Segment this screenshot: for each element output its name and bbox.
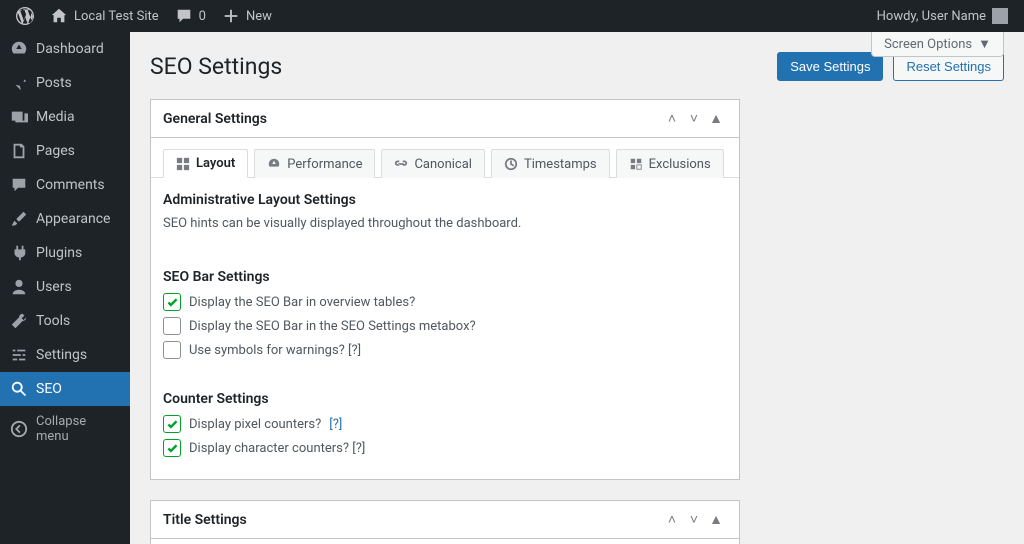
admin-toolbar: Local Test Site 0 New Howdy, User Name <box>0 0 1024 32</box>
admin-sidebar: Dashboard Posts Media Pages Comments App… <box>0 32 130 544</box>
screen-options-tab[interactable]: Screen Options▼ <box>871 32 1004 57</box>
content-area: Screen Options▼ SEO Settings Save Settin… <box>130 32 1024 544</box>
grid-icon <box>176 157 190 171</box>
plug-icon <box>10 244 28 262</box>
sidebar-item-seo[interactable]: SEO <box>0 372 130 406</box>
home-icon <box>50 7 68 25</box>
checkbox[interactable] <box>163 439 181 457</box>
checkbox-row[interactable]: Display the SEO Bar in the SEO Settings … <box>163 317 727 335</box>
media-icon <box>10 108 28 126</box>
gauge-icon <box>267 157 281 171</box>
new-content-link[interactable]: New <box>214 0 280 32</box>
checkbox[interactable] <box>163 317 181 335</box>
tab-layout[interactable]: Layout <box>163 149 248 178</box>
sidebar-item-pages[interactable]: Pages <box>0 134 130 168</box>
collapse-toggle-icon[interactable]: ▲ <box>705 110 727 127</box>
wrench-icon <box>10 312 28 330</box>
comments-link[interactable]: 0 <box>167 0 214 32</box>
new-label: New <box>246 9 272 24</box>
title-settings-metabox: Title Settings ˄ ˅ ▲ Automated Title Set… <box>150 500 740 544</box>
tab-exclusions[interactable]: Exclusions <box>616 149 724 178</box>
avatar-icon <box>992 8 1008 24</box>
tab-canonical[interactable]: Canonical <box>381 149 485 178</box>
howdy-text: Howdy, User Name <box>877 9 986 24</box>
chat-icon <box>175 7 193 25</box>
wp-logo[interactable] <box>8 0 42 32</box>
sidebar-item-appearance[interactable]: Appearance <box>0 202 130 236</box>
wordpress-icon <box>16 7 34 25</box>
site-name-link[interactable]: Local Test Site <box>42 0 167 32</box>
block-icon <box>629 157 643 171</box>
page-title: SEO Settings <box>150 53 767 80</box>
collapse-icon <box>10 420 28 438</box>
section-title: Counter Settings <box>163 391 727 407</box>
plus-icon <box>222 7 240 25</box>
sidebar-item-dashboard[interactable]: Dashboard <box>0 32 130 66</box>
save-button[interactable]: Save Settings <box>777 52 883 81</box>
user-icon <box>10 278 28 296</box>
help-link[interactable]: [?] <box>329 417 342 432</box>
comments-count: 0 <box>199 9 206 24</box>
move-up-icon[interactable]: ˄ <box>661 110 683 127</box>
sidebar-item-users[interactable]: Users <box>0 270 130 304</box>
sidebar-item-plugins[interactable]: Plugins <box>0 236 130 270</box>
section-title: Administrative Layout Settings <box>163 192 727 208</box>
sidebar-item-tools[interactable]: Tools <box>0 304 130 338</box>
sidebar-item-media[interactable]: Media <box>0 100 130 134</box>
metabox-title: Title Settings <box>163 512 661 528</box>
section-desc: SEO hints can be visually displayed thro… <box>163 216 727 231</box>
move-down-icon[interactable]: ˅ <box>683 511 705 528</box>
gauge-icon <box>10 40 28 58</box>
pin-icon <box>10 74 28 92</box>
site-name: Local Test Site <box>74 9 159 24</box>
checkbox[interactable] <box>163 415 181 433</box>
move-down-icon[interactable]: ˅ <box>683 110 705 127</box>
checkbox-row[interactable]: Display character counters? [?] <box>163 439 727 457</box>
tab-performance[interactable]: Performance <box>254 149 375 178</box>
chevron-down-icon: ▼ <box>978 37 991 52</box>
metabox-title: General Settings <box>163 111 661 127</box>
sliders-icon <box>10 346 28 364</box>
link-icon <box>394 157 408 171</box>
section-title: SEO Bar Settings <box>163 269 727 285</box>
checkbox[interactable] <box>163 341 181 359</box>
collapse-toggle-icon[interactable]: ▲ <box>705 511 727 528</box>
move-up-icon[interactable]: ˄ <box>661 511 683 528</box>
general-settings-metabox: General Settings ˄ ˅ ▲ Layout Performanc… <box>150 99 740 480</box>
checkbox-row[interactable]: Display the SEO Bar in overview tables? <box>163 293 727 311</box>
checkbox[interactable] <box>163 293 181 311</box>
sidebar-item-posts[interactable]: Posts <box>0 66 130 100</box>
metabox-header[interactable]: Title Settings ˄ ˅ ▲ <box>151 501 739 539</box>
checkbox-row[interactable]: Display pixel counters? [?] <box>163 415 727 433</box>
brush-icon <box>10 210 28 228</box>
document-icon <box>10 142 28 160</box>
sidebar-collapse[interactable]: Collapse menu <box>0 406 130 452</box>
search-icon <box>10 380 28 398</box>
chat-icon <box>10 176 28 194</box>
clock-icon <box>504 157 518 171</box>
user-menu[interactable]: Howdy, User Name <box>869 0 1016 32</box>
checkbox-row[interactable]: Use symbols for warnings? [?] <box>163 341 727 359</box>
metabox-header[interactable]: General Settings ˄ ˅ ▲ <box>151 100 739 138</box>
tab-timestamps[interactable]: Timestamps <box>491 149 610 178</box>
sidebar-item-comments[interactable]: Comments <box>0 168 130 202</box>
tab-bar: Layout Performance Canonical Timestamps … <box>151 148 739 178</box>
sidebar-item-settings[interactable]: Settings <box>0 338 130 372</box>
